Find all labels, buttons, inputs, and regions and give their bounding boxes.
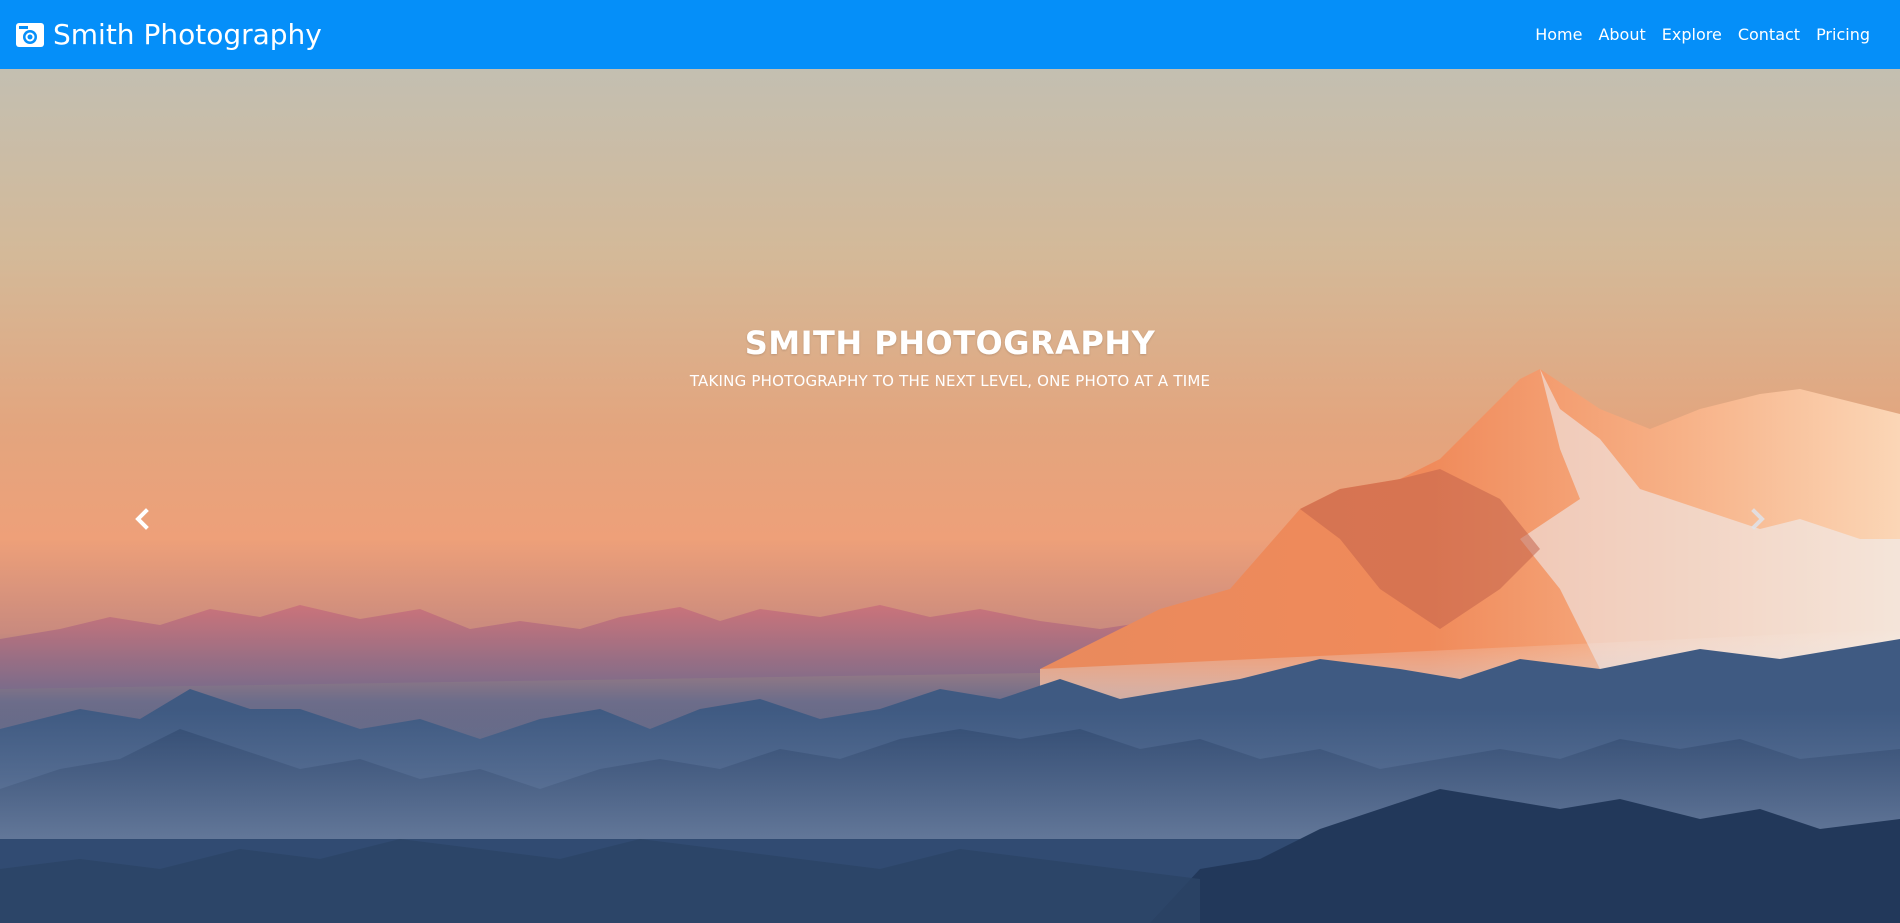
- carousel-prev-button[interactable]: [122, 499, 162, 539]
- nav-contact[interactable]: Contact: [1730, 0, 1808, 69]
- nav-explore[interactable]: Explore: [1654, 0, 1730, 69]
- nav-home[interactable]: Home: [1527, 0, 1590, 69]
- chevron-right-icon: [1747, 508, 1769, 530]
- hero-background-image: [0, 69, 1900, 923]
- main-nav: Home About Explore Contact Pricing: [1527, 0, 1878, 69]
- brand[interactable]: Smith Photography: [15, 18, 322, 51]
- brand-name: Smith Photography: [53, 18, 322, 51]
- hero-carousel: SMITH PHOTOGRAPHY TAKING PHOTOGRAPHY TO …: [0, 69, 1900, 923]
- carousel-caption: SMITH PHOTOGRAPHY TAKING PHOTOGRAPHY TO …: [0, 324, 1900, 390]
- hero-title: SMITH PHOTOGRAPHY: [744, 324, 1156, 362]
- chevron-left-icon: [131, 508, 153, 530]
- nav-about[interactable]: About: [1590, 0, 1653, 69]
- nav-pricing[interactable]: Pricing: [1808, 0, 1878, 69]
- carousel-next-button[interactable]: [1738, 499, 1778, 539]
- hero-subtitle: TAKING PHOTOGRAPHY TO THE NEXT LEVEL, ON…: [689, 372, 1211, 390]
- navbar: Smith Photography Home About Explore Con…: [0, 0, 1900, 69]
- camera-icon: [15, 21, 45, 49]
